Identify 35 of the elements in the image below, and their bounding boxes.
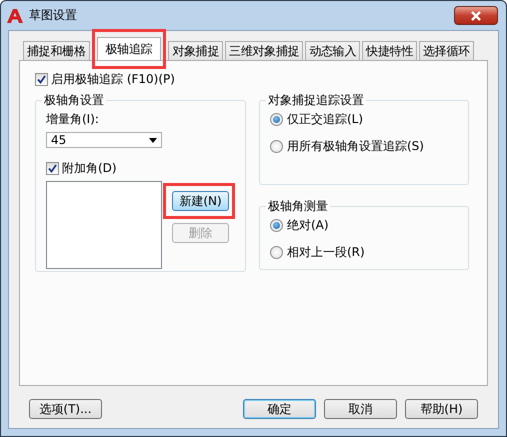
radio-button[interactable]	[270, 219, 283, 232]
option-label: 相对上一段(R)	[287, 244, 365, 261]
option-label: 绝对(A)	[287, 217, 329, 234]
group-title: 极轴角测量	[267, 198, 329, 215]
tab[interactable]: 三维对象捕捉	[225, 41, 304, 60]
dialog-button[interactable]: 帮助(H)	[405, 399, 478, 419]
group-title: 对象捕捉追踪设置	[267, 92, 365, 109]
tab[interactable]: 动态输入	[305, 41, 360, 60]
app-logo-icon	[7, 8, 23, 24]
radio-button[interactable]	[270, 246, 283, 259]
tab[interactable]: 捕捉和栅格	[23, 41, 90, 60]
dropdown-arrow-icon	[149, 138, 157, 142]
checkbox[interactable]	[46, 162, 59, 175]
radio-button[interactable]	[270, 140, 283, 153]
close-button[interactable]	[454, 6, 498, 25]
action-button[interactable]: 新建(N)	[172, 191, 229, 211]
increment-dropdown[interactable]: 45	[46, 132, 162, 148]
window-title: 草图设置	[29, 7, 77, 24]
tab[interactable]: 选择循环	[418, 41, 474, 60]
angle-list[interactable]	[46, 181, 162, 269]
option-label: 用所有极轴角设置追踪(S)	[287, 138, 424, 155]
option-label: 仅正交追踪(L)	[287, 111, 364, 128]
dialog-button[interactable]: 选项(T)...	[29, 399, 102, 419]
dialog-button[interactable]: 确定	[243, 399, 316, 419]
radio-button[interactable]	[270, 113, 283, 126]
dialog-button[interactable]: 取消	[324, 399, 397, 419]
tab[interactable]: 极轴追踪	[96, 37, 162, 60]
close-icon	[470, 10, 482, 20]
tab[interactable]: 快捷特性	[362, 41, 417, 60]
group-title: 极轴角设置	[43, 92, 105, 109]
checkbox[interactable]	[35, 73, 48, 86]
field-label: 增量角(I):	[46, 111, 100, 128]
tab[interactable]: 对象捕捉	[168, 41, 224, 60]
checkbox-label: 启用极轴追踪 (F10)(P)	[51, 71, 175, 88]
checkbox-label: 附加角(D)	[62, 160, 117, 177]
